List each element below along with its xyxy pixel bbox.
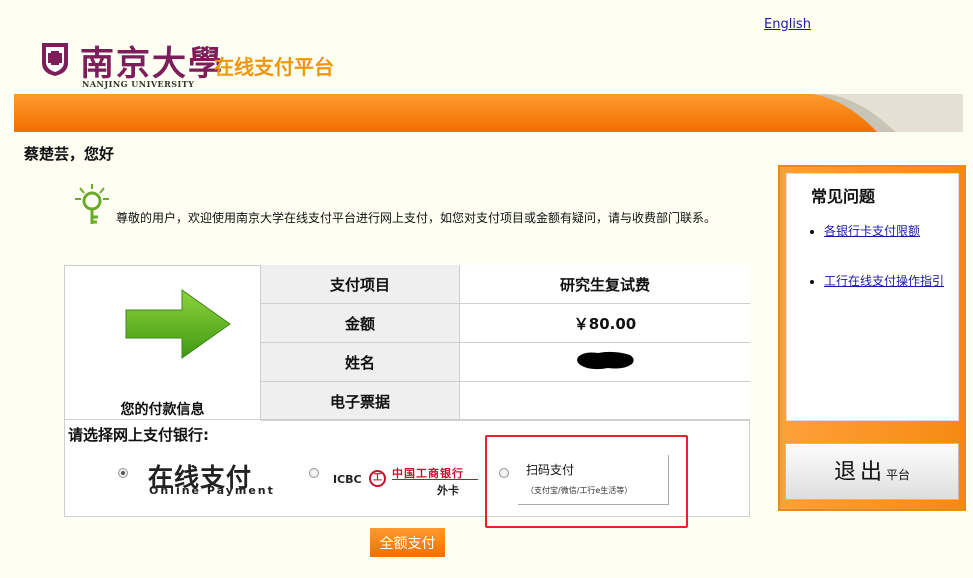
icbc-foreign-card-label[interactable]: 外卡 bbox=[437, 482, 459, 498]
icbc-foreign-card-radio[interactable] bbox=[309, 468, 319, 478]
e-receipt-key: 电子票据 bbox=[261, 381, 460, 421]
university-logo-cn: 南京大學 bbox=[80, 44, 224, 84]
platform-title: 在线支付平台 bbox=[214, 55, 334, 79]
faq-link-icbc-guide[interactable]: 工行在线支付操作指引 bbox=[824, 274, 944, 288]
icbc-underline bbox=[392, 479, 478, 480]
user-greeting: 蔡楚芸，您好 bbox=[24, 145, 115, 163]
faq-title: 常见问题 bbox=[811, 187, 876, 206]
english-link[interactable]: English bbox=[764, 17, 811, 32]
logout-button[interactable]: 退出平台 bbox=[785, 443, 959, 500]
select-bank-label: 请选择网上支付银行: bbox=[68, 426, 209, 444]
name-value bbox=[459, 342, 750, 382]
notice-text: 尊敬的用户，欢迎使用南京大学在线支付平台进行网上支付，如您对支付项目或金额有疑问… bbox=[116, 211, 717, 225]
logout-sub-label: 平台 bbox=[886, 468, 911, 482]
faq-link-card-limits[interactable]: 各银行卡支付限额 bbox=[824, 224, 920, 238]
name-key: 姓名 bbox=[261, 342, 460, 382]
list-item: 工行在线支付操作指引 bbox=[824, 272, 973, 289]
university-seal-icon bbox=[42, 43, 68, 76]
table-row: 支付项目 研究生复试费 bbox=[261, 265, 750, 304]
header-band-swoosh bbox=[785, 94, 963, 132]
payment-item-key: 支付项目 bbox=[261, 265, 460, 304]
university-logo-en: NANJING UNIVERSITY bbox=[82, 79, 195, 89]
online-payment-logo-en[interactable]: Online Payment bbox=[149, 484, 275, 497]
arrow-right-icon bbox=[125, 289, 231, 359]
e-receipt-value bbox=[459, 381, 750, 421]
faq-list: 各银行卡支付限额 工行在线支付操作指引 bbox=[804, 222, 973, 322]
divider bbox=[64, 419, 750, 420]
full-payment-button[interactable]: 全额支付 bbox=[370, 528, 445, 557]
payment-info-label: 您的付款信息 bbox=[120, 402, 205, 418]
amount-value: ￥80.00 bbox=[459, 303, 750, 343]
payment-info-table: 支付项目 研究生复试费 金额 ￥80.00 姓名 电子票据 bbox=[261, 265, 750, 421]
logout-label: 退出 bbox=[833, 460, 886, 485]
icbc-abbrev[interactable]: ICBC bbox=[333, 473, 362, 486]
payment-item-value: 研究生复试费 bbox=[459, 265, 750, 304]
highlight-frame bbox=[485, 435, 688, 528]
online-payment-radio[interactable] bbox=[118, 468, 128, 478]
amount-key: 金额 bbox=[261, 303, 460, 343]
table-row: 电子票据 bbox=[261, 381, 750, 421]
redacted-name-blot bbox=[577, 351, 634, 370]
icbc-logo-icon[interactable]: 工 bbox=[369, 470, 386, 487]
table-row: 金额 ￥80.00 bbox=[261, 303, 750, 343]
table-row: 姓名 bbox=[261, 342, 750, 382]
list-item: 各银行卡支付限额 bbox=[824, 222, 973, 239]
